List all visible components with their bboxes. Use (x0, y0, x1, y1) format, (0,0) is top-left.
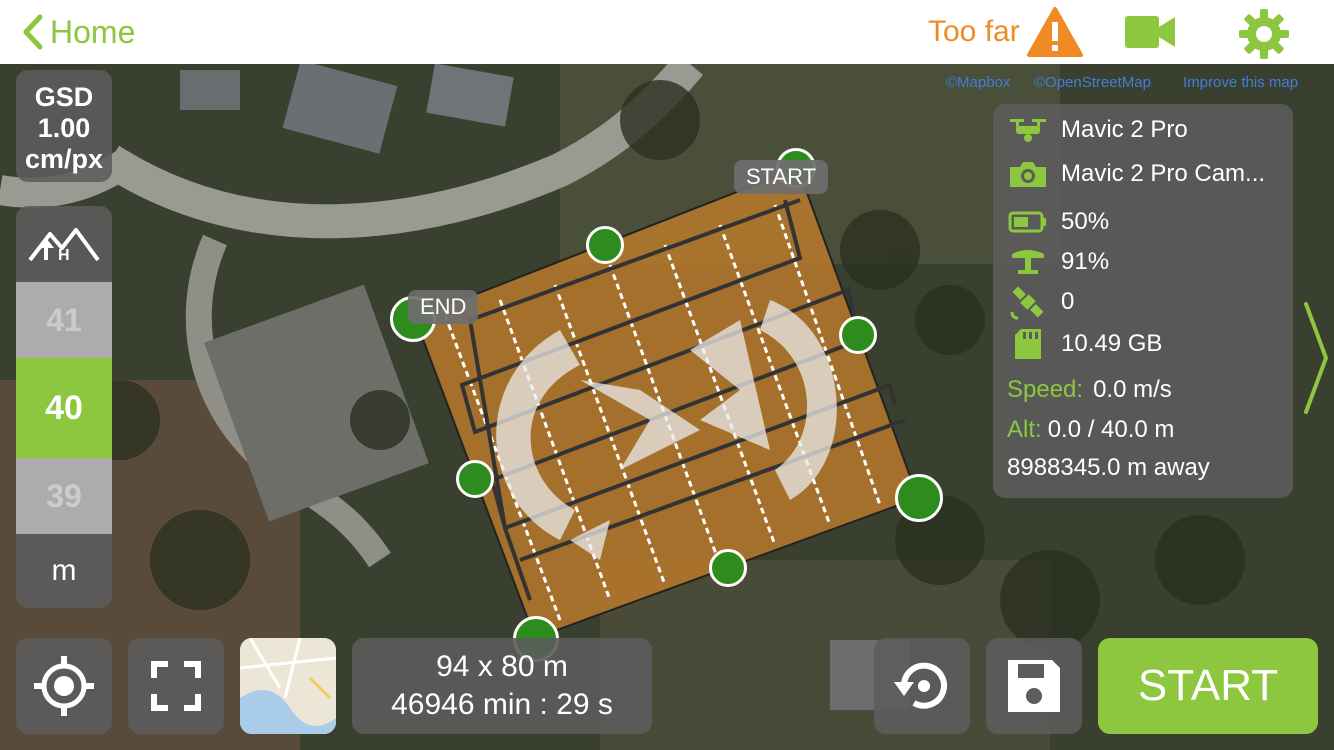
grid-handle-bottom-mid[interactable] (709, 549, 747, 587)
start-marker-label: START (734, 160, 829, 194)
end-marker-label: END (408, 290, 479, 324)
mission-duration: 46946 min : 29 s (391, 688, 613, 721)
terrain-button[interactable]: H (16, 206, 112, 282)
mission-summary: 94 x 80 m 46946 min : 29 s (352, 638, 652, 734)
battery-icon (1007, 206, 1049, 238)
map-style-button[interactable] (240, 638, 336, 734)
sd-card-icon (1007, 328, 1049, 360)
reset-icon (894, 662, 947, 709)
gsd-indicator: GSD 1.00 cm/px (16, 70, 112, 182)
altitude-option-above[interactable]: 41 (16, 282, 112, 358)
locate-button[interactable] (16, 638, 112, 734)
speed-label: Speed: (1007, 376, 1084, 403)
camera-icon (1007, 158, 1049, 190)
fullscreen-icon (151, 661, 201, 711)
controller-signal: 91% (1061, 248, 1110, 275)
gsd-label: GSD (34, 82, 94, 112)
distance-warning[interactable]: Too far (928, 6, 1084, 58)
controller-icon (1007, 246, 1049, 278)
satellite-icon (1007, 286, 1049, 320)
grid-handle-right[interactable] (895, 474, 943, 522)
expand-panel-button[interactable] (1300, 300, 1330, 421)
gsd-unit: cm/px (24, 144, 104, 174)
drone-model: Mavic 2 Pro (1061, 116, 1188, 143)
svg-text:H: H (58, 247, 70, 264)
reset-button[interactable] (874, 638, 970, 734)
start-mission-button[interactable]: START (1098, 638, 1318, 734)
drone-info-panel: Mavic 2 Pro Mavic 2 Pro Cam... 50% 91% 0… (993, 104, 1293, 498)
crosshair-icon (34, 656, 94, 716)
terrain-icon: H (28, 228, 100, 264)
warning-text: Too far (928, 15, 1020, 48)
save-button[interactable] (986, 638, 1082, 734)
alt-value: 0.0 / 40.0 m (1047, 416, 1175, 443)
speed-value: 0.0 m/s (1093, 376, 1172, 403)
gear-icon (1239, 9, 1289, 59)
grid-handle-top-mid[interactable] (586, 226, 624, 264)
distance-away: 8988345.0 m away (1007, 454, 1210, 481)
osm-attribution[interactable]: ©OpenStreetMap (1034, 74, 1151, 91)
grid-handle-left-mid[interactable] (456, 460, 494, 498)
drone-icon (1007, 114, 1049, 146)
gsd-value: 1.00 (37, 113, 91, 143)
chevron-left-icon (23, 14, 43, 50)
map-thumbnail (240, 638, 336, 734)
mapbox-attribution[interactable]: ©Mapbox (946, 74, 1010, 91)
altitude-selector[interactable]: H 41 40 39 m (16, 206, 112, 608)
alt-label: Alt: (1007, 416, 1042, 443)
chevron-right-icon (1304, 302, 1329, 414)
altitude-option-selected[interactable]: 40 (16, 358, 112, 458)
video-camera-icon (1125, 16, 1175, 48)
settings-button[interactable] (1238, 8, 1290, 65)
improve-map-link[interactable]: Improve this map (1183, 74, 1298, 91)
save-icon (1008, 660, 1060, 712)
grid-handle-right-mid[interactable] (839, 316, 877, 354)
back-label: Home (50, 13, 136, 50)
fit-view-button[interactable] (128, 638, 224, 734)
satellite-count: 0 (1061, 288, 1075, 315)
storage-free: 10.49 GB (1061, 330, 1163, 357)
altitude-option-below[interactable]: 39 (16, 458, 112, 534)
back-button[interactable]: Home (22, 10, 135, 54)
mission-dimensions: 94 x 80 m (436, 650, 568, 683)
warning-icon (1026, 7, 1083, 57)
camera-model: Mavic 2 Pro Cam... (1061, 160, 1266, 187)
top-bar: Home Too far (0, 0, 1334, 64)
altitude-unit: m (51, 554, 77, 587)
battery-level: 50% (1061, 208, 1110, 235)
video-button[interactable] (1124, 14, 1176, 55)
